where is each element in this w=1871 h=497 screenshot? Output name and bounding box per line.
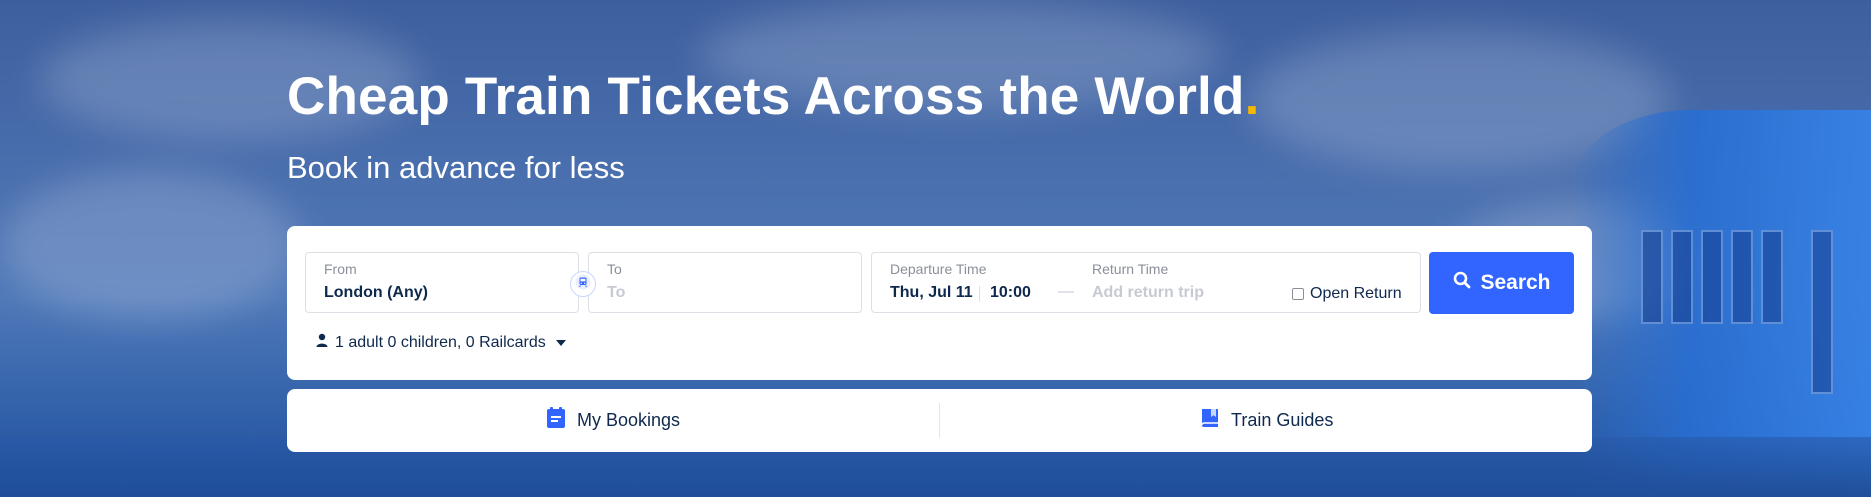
from-value: London (Any) bbox=[324, 284, 428, 301]
date-range-dash: — bbox=[1058, 283, 1074, 300]
book-icon bbox=[1199, 407, 1221, 434]
swap-train-icon bbox=[575, 274, 591, 295]
title-dot: . bbox=[1244, 67, 1260, 126]
page-title: Cheap Train Tickets Across the World. bbox=[287, 67, 1260, 126]
date-time-divider bbox=[979, 286, 980, 302]
from-label: From bbox=[324, 261, 357, 277]
return-label: Return Time bbox=[1092, 261, 1169, 277]
departure-time[interactable]: 10:00 bbox=[990, 284, 1031, 302]
departure-label: Departure Time bbox=[890, 261, 987, 277]
open-return-checkbox[interactable] bbox=[1292, 288, 1304, 300]
links-divider bbox=[939, 403, 940, 438]
date-field: Departure Time Thu, Jul 11 10:00 — Retur… bbox=[871, 252, 1421, 313]
to-placeholder: To bbox=[607, 284, 626, 301]
my-bookings-link[interactable]: My Bookings bbox=[545, 389, 680, 452]
return-placeholder[interactable]: Add return trip bbox=[1092, 284, 1204, 302]
search-button-label: Search bbox=[1480, 271, 1551, 294]
train-guides-label: Train Guides bbox=[1231, 410, 1334, 430]
quick-links-panel: My Bookings Train Guides bbox=[287, 389, 1592, 452]
passenger-selector[interactable]: 1 adult 0 children, 0 Railcards bbox=[315, 333, 566, 353]
my-bookings-label: My Bookings bbox=[577, 410, 681, 430]
to-label: To bbox=[607, 261, 622, 277]
open-return-label: Open Return bbox=[1310, 285, 1402, 302]
train-guides-link[interactable]: Train Guides bbox=[1199, 389, 1333, 452]
swap-stations-button[interactable] bbox=[570, 271, 596, 297]
passenger-summary: 1 adult 0 children, 0 Railcards bbox=[335, 334, 546, 351]
departure-date[interactable]: Thu, Jul 11 bbox=[890, 284, 973, 302]
bookings-icon bbox=[545, 407, 567, 434]
person-icon bbox=[315, 333, 329, 353]
chevron-down-icon bbox=[555, 340, 566, 346]
search-button[interactable]: Search bbox=[1429, 252, 1574, 314]
page-subtitle: Book in advance for less bbox=[287, 150, 625, 185]
search-panel: From London (Any) To To Departure Time T… bbox=[287, 226, 1592, 380]
to-field[interactable]: To To bbox=[588, 252, 862, 313]
search-icon bbox=[1452, 270, 1472, 296]
from-field[interactable]: From London (Any) bbox=[305, 252, 579, 313]
open-return-option[interactable]: Open Return bbox=[1292, 285, 1402, 303]
